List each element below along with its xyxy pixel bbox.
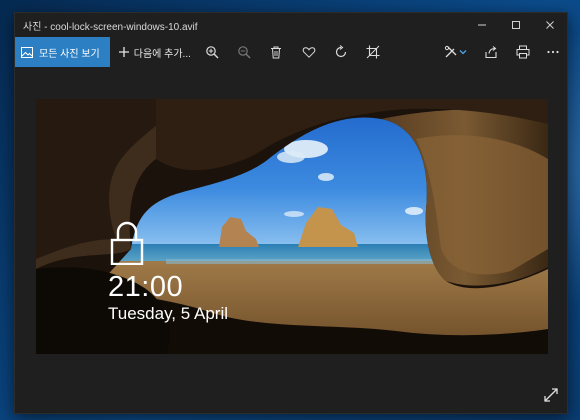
window-controls (465, 13, 567, 37)
add-to-label: 다음에 추가... (133, 48, 191, 60)
edit-create-icon (444, 45, 467, 58)
toolbar: 모든 사진 보기 다음에 추가... (15, 37, 567, 67)
minimize-icon (478, 24, 486, 26)
favorite-button[interactable] (296, 37, 322, 67)
rotate-icon (335, 45, 347, 58)
zoom-out-button[interactable] (231, 37, 257, 67)
lock-screen-date: Tuesday, 5 April (108, 304, 229, 323)
favorite-heart-icon (302, 47, 316, 58)
maximize-button[interactable] (499, 13, 533, 37)
crop-icon (366, 45, 380, 59)
minimize-button[interactable] (465, 13, 499, 37)
print-icon (516, 45, 530, 59)
add-to-button[interactable]: 다음에 추가... (118, 45, 191, 60)
share-button[interactable] (478, 37, 504, 67)
delete-button[interactable] (263, 37, 289, 67)
lock-screen-time: 21:00 (108, 271, 184, 303)
rotate-button[interactable] (328, 37, 354, 67)
zoom-in-icon (206, 46, 219, 59)
zoom-out-icon (238, 46, 251, 59)
zoom-in-button[interactable] (199, 37, 225, 67)
all-photos-label: 모든 사진 보기 (39, 48, 100, 60)
fullscreen-button[interactable] (543, 387, 559, 403)
print-button[interactable] (510, 37, 536, 67)
maximize-icon (512, 21, 520, 29)
photos-app-window: 사진 - cool-lock-screen-windows-10.avif 모든… (14, 12, 568, 414)
all-photos-button[interactable]: 모든 사진 보기 (15, 37, 110, 67)
window-title: 사진 - cool-lock-screen-windows-10.avif (23, 21, 198, 33)
expand-fullscreen-icon (544, 388, 558, 402)
close-icon (546, 21, 554, 29)
more-button[interactable] (540, 37, 566, 67)
share-icon (485, 46, 497, 59)
title-bar[interactable]: 사진 - cool-lock-screen-windows-10.avif (15, 13, 567, 37)
plus-icon (118, 47, 129, 57)
more-icon (547, 50, 559, 54)
edit-create-button[interactable] (439, 37, 473, 67)
lock-screen-padlock-icon (110, 221, 144, 269)
photo-icon (21, 46, 33, 58)
close-button[interactable] (533, 13, 567, 37)
crop-button[interactable] (360, 37, 386, 67)
delete-icon (271, 46, 281, 59)
